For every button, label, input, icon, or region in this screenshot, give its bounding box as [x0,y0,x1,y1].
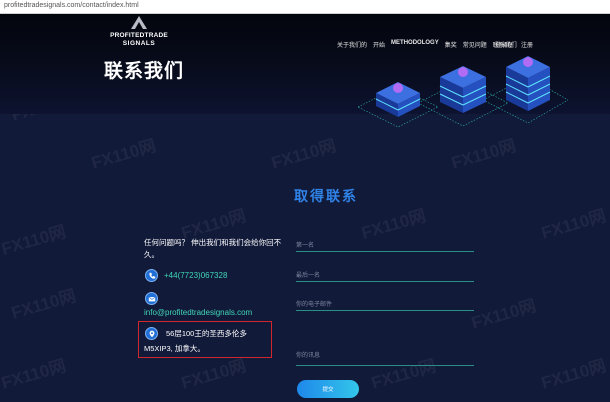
watermark: FX110网 [89,136,159,173]
message-input[interactable] [296,345,474,367]
email-field[interactable] [296,293,474,314]
login-link[interactable]: 登录在 [495,40,513,50]
contact-intro: 任何问题吗？ 伸出我们和我们会给你回不久。 [144,238,282,259]
watermark: FX110网 [269,136,339,173]
watermark: FX110网 [539,206,609,243]
watermark: FX110网 [469,296,539,333]
highlight-annotation-box [138,321,272,358]
submit-button[interactable]: 提交 [297,380,359,398]
main-nav: 关于我们的 开始 METHODOLOGY 集奖 常见问题 联系我们 [337,40,517,50]
server-stack-2 [439,66,487,113]
address-bar[interactable]: profitedtradesignals.com/contact/index.h… [0,0,610,14]
nav-item-start[interactable]: 开始 [373,40,385,50]
page-title: 联系我们 [104,61,185,82]
nav-item-faq[interactable]: 常见问题 [463,40,487,50]
watermark: FX110网 [449,136,519,173]
brand-logo[interactable]: PROFITEDTRADE SIGNALS [104,16,174,50]
watermark: FX110网 [0,222,69,259]
message-field[interactable] [296,344,474,367]
server-stack-1 [375,82,421,117]
watermark: FX110网 [539,356,609,393]
first-name-input[interactable] [296,237,474,255]
brand-name-line2: SIGNALS [122,40,156,47]
url-text[interactable]: profitedtradesignals.com/contact/index.h… [4,2,139,9]
server-stack-3 [505,56,551,111]
watermark: FX110网 [0,356,69,393]
contact-phone[interactable]: +44(7723)067328 [164,271,227,280]
auth-nav: 登录在 注册 [495,40,533,50]
nav-item-methodology[interactable]: METHODOLOGY [391,40,439,50]
brand-name-line1: PROFITEDTRADE [110,32,168,39]
contact-heading: 取得联系 [294,188,358,204]
first-name-field[interactable] [296,234,474,255]
contact-email[interactable]: info@profitedtradesignals.com [144,308,252,317]
last-name-field[interactable] [296,264,474,285]
server-illustration [358,56,568,128]
phone-icon [145,269,158,282]
envelope-icon [145,292,158,305]
watermark: FX110网 [9,286,79,323]
nav-item-awards[interactable]: 集奖 [445,40,457,50]
last-name-input[interactable] [296,267,474,285]
email-input[interactable] [296,296,474,314]
nav-item-about[interactable]: 关于我们的 [337,40,367,50]
register-link[interactable]: 注册 [521,40,533,50]
